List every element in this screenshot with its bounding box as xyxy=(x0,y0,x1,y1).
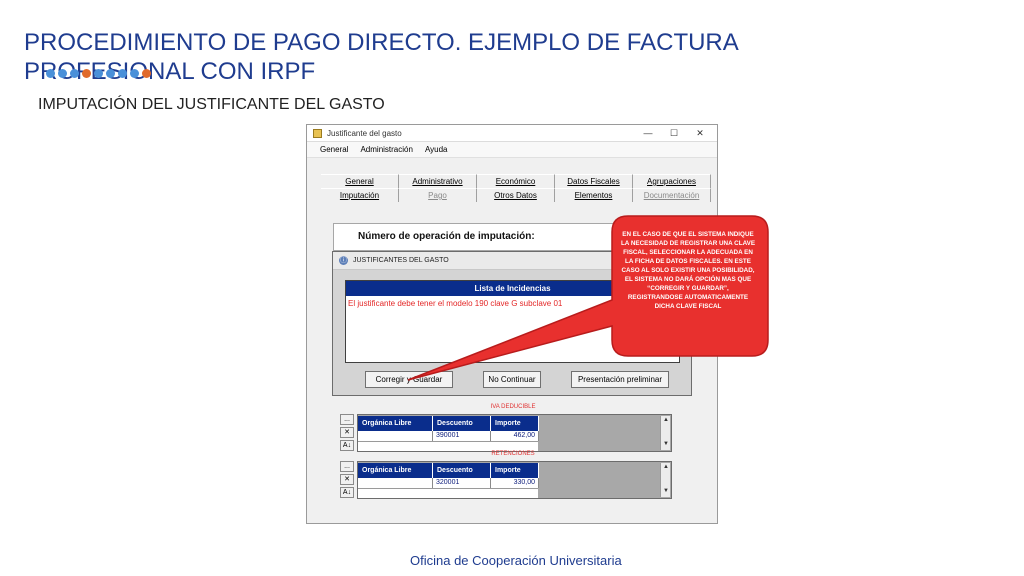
window-title: Justificante del gasto xyxy=(327,129,402,138)
dot-4 xyxy=(94,69,103,78)
iva-deducible-grid: Orgánica Libre Descuento Importe 390001 … xyxy=(357,414,672,452)
dot-5 xyxy=(106,69,115,78)
menu-ayuda[interactable]: Ayuda xyxy=(425,145,448,154)
tab-imputacion[interactable]: Imputación xyxy=(321,188,399,202)
col-organica: Orgánica Libre xyxy=(358,463,433,478)
dialog-title: JUSTIFICANTES DEL GASTO xyxy=(353,257,449,264)
app-icon xyxy=(313,129,322,138)
col-importe: Importe xyxy=(491,463,539,478)
tab-elementos[interactable]: Elementos xyxy=(555,188,633,202)
grid-header: Orgánica Libre Descuento Importe xyxy=(358,463,539,478)
cell-organica[interactable] xyxy=(358,431,433,441)
table-row[interactable]: 320001 330,00 xyxy=(358,478,539,488)
col-importe: Importe xyxy=(491,416,539,431)
delete-row-button[interactable]: ✕ xyxy=(340,427,354,438)
info-icon: ⓘ xyxy=(339,256,348,265)
menu-administracion[interactable]: Administración xyxy=(360,145,412,154)
scroll-up-icon[interactable]: ▲ xyxy=(663,417,669,423)
retenciones-label: RETENCIONES xyxy=(491,451,535,457)
tab-administrativo[interactable]: Administrativo xyxy=(399,174,477,188)
menubar: General Administración Ayuda xyxy=(307,142,717,158)
dot-7 xyxy=(130,69,139,78)
tab-pago[interactable]: Pago xyxy=(399,188,477,202)
col-descuento: Descuento xyxy=(433,416,491,431)
delete-row-button[interactable]: ✕ xyxy=(340,474,354,485)
scroll-down-icon[interactable]: ▼ xyxy=(663,488,669,494)
iva-side-buttons: ... ✕ A↓ xyxy=(340,414,354,451)
lookup-button[interactable]: ... xyxy=(340,461,354,472)
vertical-scrollbar[interactable]: ▲ ▼ xyxy=(660,416,670,450)
cell-importe[interactable]: 462,00 xyxy=(491,431,539,441)
dot-2 xyxy=(70,69,79,78)
tab-otros-datos[interactable]: Otros Datos xyxy=(477,188,555,202)
footer-text: Oficina de Cooperación Universitaria xyxy=(410,553,622,568)
tab-datos-fiscales[interactable]: Datos Fiscales xyxy=(555,174,633,188)
vertical-scrollbar[interactable]: ▲ ▼ xyxy=(660,463,670,497)
sort-button[interactable]: A↓ xyxy=(340,487,354,498)
minimize-icon[interactable]: — xyxy=(635,125,661,142)
retenciones-side-buttons: ... ✕ A↓ xyxy=(340,461,354,498)
dot-1 xyxy=(58,69,67,78)
corregir-guardar-button[interactable]: Corregir y Guardar xyxy=(365,371,453,388)
iva-deducible-label: IVA DEDUCIBLE xyxy=(490,404,536,410)
presentacion-preliminar-button[interactable]: Presentación preliminar xyxy=(571,371,669,388)
maximize-icon[interactable]: ☐ xyxy=(661,125,687,142)
window-titlebar[interactable]: Justificante del gasto — ☐ ✕ xyxy=(307,125,717,142)
lookup-button[interactable]: ... xyxy=(340,414,354,425)
dot-0 xyxy=(46,69,55,78)
dot-8 xyxy=(142,69,151,78)
tab-economico[interactable]: Económico xyxy=(477,174,555,188)
dot-3 xyxy=(82,69,91,78)
decorative-dots xyxy=(46,69,151,78)
callout-text: EN EL CASO DE QUE EL SISTEMA INDIQUE LA … xyxy=(620,231,756,310)
cell-descuento[interactable]: 320001 xyxy=(433,478,491,488)
slide-subtitle: IMPUTACIÓN DEL JUSTIFICANTE DEL GASTO xyxy=(38,96,385,113)
cell-importe[interactable]: 330,00 xyxy=(491,478,539,488)
tab-agrupaciones[interactable]: Agrupaciones xyxy=(633,174,711,188)
table-row-empty[interactable] xyxy=(358,488,538,498)
scroll-down-icon[interactable]: ▼ xyxy=(663,441,669,447)
tab-strip: General Administrativo Económico Datos F… xyxy=(321,173,711,205)
numero-operacion-label: Número de operación de imputación: xyxy=(358,231,535,242)
col-descuento: Descuento xyxy=(433,463,491,478)
close-icon[interactable]: ✕ xyxy=(687,125,713,142)
sort-button[interactable]: A↓ xyxy=(340,440,354,451)
col-organica: Orgánica Libre xyxy=(358,416,433,431)
cell-descuento[interactable]: 390001 xyxy=(433,431,491,441)
cell-organica[interactable] xyxy=(358,478,433,488)
no-continuar-button[interactable]: No Continuar xyxy=(483,371,541,388)
tab-general[interactable]: General xyxy=(321,174,399,188)
menu-general[interactable]: General xyxy=(320,145,348,154)
retenciones-grid: Orgánica Libre Descuento Importe 320001 … xyxy=(357,461,672,499)
dot-6 xyxy=(118,69,127,78)
table-row-empty[interactable] xyxy=(358,441,538,451)
grid-header: Orgánica Libre Descuento Importe xyxy=(358,416,539,431)
tab-documentacion[interactable]: Documentación xyxy=(633,188,711,202)
scroll-up-icon[interactable]: ▲ xyxy=(663,464,669,470)
table-row[interactable]: 390001 462,00 xyxy=(358,431,539,441)
